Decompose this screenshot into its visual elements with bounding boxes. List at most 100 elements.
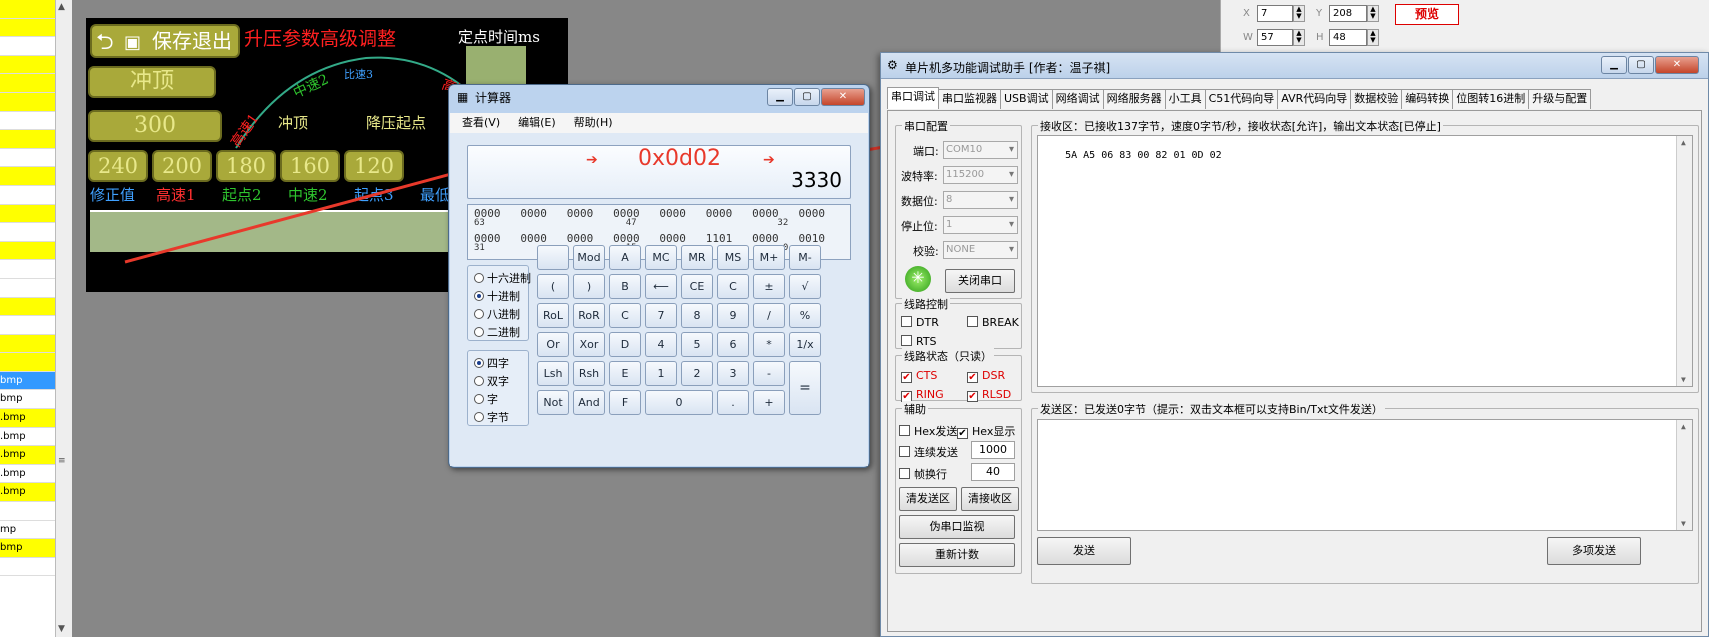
serial-tab[interactable]: 网络调试: [1051, 89, 1104, 109]
calc-key[interactable]: Rsh: [573, 361, 605, 386]
base_modes-radio[interactable]: 八进制: [474, 306, 520, 322]
hmi-number-field[interactable]: 180: [216, 150, 276, 182]
word_sizes-radio[interactable]: 字: [474, 391, 498, 407]
serial-tab[interactable]: 串口监视器: [938, 89, 1001, 109]
calc-key[interactable]: E: [609, 361, 641, 386]
serial-tab[interactable]: 网络服务器: [1102, 89, 1166, 109]
recount-button[interactable]: 重新计数: [899, 543, 1015, 567]
calc-key[interactable]: C: [609, 303, 641, 328]
calc-key[interactable]: =: [789, 361, 821, 415]
calculator-menu-item[interactable]: 编辑(E): [518, 113, 556, 133]
calc-key[interactable]: MC: [645, 245, 677, 270]
minimize-icon[interactable]: ▁: [1601, 56, 1627, 74]
hex-send-checkbox[interactable]: Hex发送: [899, 423, 957, 439]
y-field[interactable]: 208: [1329, 5, 1367, 22]
y-spinner[interactable]: ▲ ▼: [1367, 5, 1379, 22]
calc-key[interactable]: RoL: [537, 303, 569, 328]
scroll-grip-icon[interactable]: ≡: [58, 456, 66, 466]
serial-tab[interactable]: 小工具: [1164, 89, 1206, 109]
serial-tab[interactable]: 数据校验: [1350, 89, 1403, 109]
calculator-menu-item[interactable]: 查看(V): [462, 113, 500, 133]
calc-key[interactable]: Lsh: [537, 361, 569, 386]
calc-key[interactable]: /: [753, 303, 785, 328]
base_modes-radio[interactable]: 十进制: [474, 288, 520, 304]
h-spinner[interactable]: ▲ ▼: [1367, 29, 1379, 46]
calc-key[interactable]: C: [717, 274, 749, 299]
scroll-up-icon[interactable]: ▲: [58, 2, 65, 12]
hmi-number-field[interactable]: 240: [88, 150, 148, 182]
calc-key[interactable]: 7: [645, 303, 677, 328]
calc-key[interactable]: M+: [753, 245, 785, 270]
calc-key[interactable]: And: [573, 390, 605, 415]
calc-key[interactable]: ): [573, 274, 605, 299]
continuous-send-checkbox[interactable]: 连续发送: [899, 444, 958, 460]
calc-key[interactable]: F: [609, 390, 641, 415]
calc-key[interactable]: 6: [717, 332, 749, 357]
close-icon[interactable]: ✕: [821, 88, 865, 106]
calc-key[interactable]: [537, 245, 569, 270]
frame-length-input[interactable]: 40: [971, 463, 1015, 481]
calc-key[interactable]: *: [753, 332, 785, 357]
calc-key[interactable]: 1: [645, 361, 677, 386]
calc-key[interactable]: ±: [753, 274, 785, 299]
x-field[interactable]: 7: [1257, 5, 1293, 22]
port-select[interactable]: COM10: [943, 141, 1018, 159]
minimize-icon[interactable]: ▁: [767, 88, 793, 106]
send-scrollbar[interactable]: ▲ ▼: [1676, 420, 1692, 530]
clear-receive-button[interactable]: 清接收区: [961, 487, 1019, 511]
calc-key[interactable]: (: [537, 274, 569, 299]
serial-tab[interactable]: AVR代码向导: [1277, 89, 1352, 109]
multi-send-button[interactable]: 多项发送: [1547, 537, 1641, 565]
x-spinner[interactable]: ▲ ▼: [1293, 5, 1305, 22]
calc-key[interactable]: 4: [645, 332, 677, 357]
serial-tab[interactable]: 编码转换: [1401, 89, 1454, 109]
preview-button[interactable]: 预览: [1395, 4, 1459, 25]
w-field[interactable]: 57: [1257, 29, 1293, 46]
calc-key[interactable]: ⟵: [645, 274, 677, 299]
calc-key[interactable]: 5: [681, 332, 713, 357]
calc-key[interactable]: Not: [537, 390, 569, 415]
chongding-field[interactable]: 冲顶: [88, 66, 216, 98]
base_modes-radio[interactable]: 二进制: [474, 324, 520, 340]
hex-show-checkbox[interactable]: ✔ Hex显示: [957, 423, 1015, 439]
serial-tab[interactable]: 串口调试: [887, 87, 939, 109]
calc-key[interactable]: 1/x: [789, 332, 821, 357]
calc-key[interactable]: Or: [537, 332, 569, 357]
rts-checkbox[interactable]: RTS: [901, 335, 937, 348]
clear-send-button[interactable]: 清发送区: [899, 487, 957, 511]
calc-key[interactable]: √: [789, 274, 821, 299]
parity-select[interactable]: NONE: [943, 241, 1018, 259]
calc-key[interactable]: -: [753, 361, 785, 386]
maximize-icon[interactable]: ▢: [1628, 56, 1654, 74]
send-button[interactable]: 发送: [1037, 537, 1131, 565]
calc-key[interactable]: 0: [645, 390, 713, 415]
calc-key[interactable]: 9: [717, 303, 749, 328]
word_sizes-radio[interactable]: 字节: [474, 409, 509, 425]
close-port-button[interactable]: 关闭串口: [945, 269, 1015, 293]
calc-key[interactable]: 3: [717, 361, 749, 386]
calc-key[interactable]: MR: [681, 245, 713, 270]
calc-key[interactable]: B: [609, 274, 641, 299]
data-bits-select[interactable]: 8: [943, 191, 1018, 209]
calc-key[interactable]: 2: [681, 361, 713, 386]
calc-key[interactable]: D: [609, 332, 641, 357]
value-300-field[interactable]: 300: [88, 110, 222, 142]
receive-textarea[interactable]: 5A A5 06 83 00 82 01 0D 02 ▲ ▼: [1037, 135, 1693, 387]
stop-bits-select[interactable]: 1: [943, 216, 1018, 234]
break-checkbox[interactable]: BREAK: [967, 316, 1019, 329]
save-exit-button[interactable]: ⮌ ▣ 保存退出: [90, 24, 240, 58]
scroll-down-icon[interactable]: ▼: [58, 624, 65, 634]
calc-key[interactable]: M-: [789, 245, 821, 270]
frame-newline-checkbox[interactable]: 帧换行: [899, 466, 947, 482]
calc-key[interactable]: CE: [681, 274, 713, 299]
dtr-checkbox[interactable]: DTR: [901, 316, 939, 329]
pseudo-monitor-button[interactable]: 伪串口监视: [899, 515, 1015, 539]
continuous-interval-input[interactable]: 1000: [971, 441, 1015, 459]
hmi-number-field[interactable]: 120: [344, 150, 404, 182]
serial-tab[interactable]: 位图转16进制: [1452, 89, 1530, 109]
calc-key[interactable]: .: [717, 390, 749, 415]
base_modes-radio[interactable]: 十六进制: [474, 270, 531, 286]
word_sizes-radio[interactable]: 四字: [474, 355, 509, 371]
send-textarea[interactable]: ▲ ▼: [1037, 419, 1693, 531]
serial-tab[interactable]: C51代码向导: [1204, 89, 1279, 109]
